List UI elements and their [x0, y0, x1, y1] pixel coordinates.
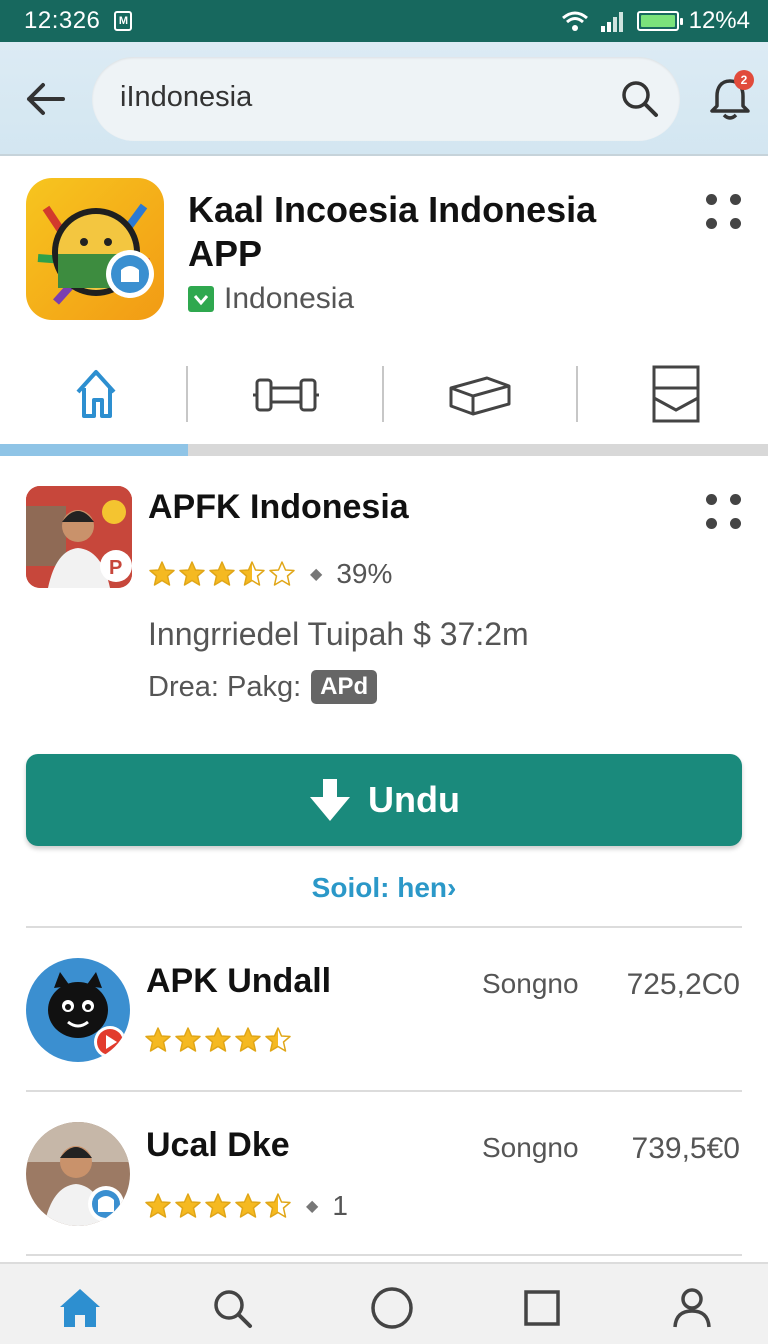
more-options-icon[interactable]: [706, 494, 746, 534]
star-icon: [175, 1193, 201, 1218]
nav-profile[interactable]: [668, 1284, 716, 1332]
rating-stars: [144, 1192, 292, 1220]
app-title: Kaal Incoesia Indonesia APP: [188, 189, 597, 274]
rating-stars: [144, 1026, 292, 1054]
rating-stars: [148, 560, 296, 588]
star-icon: [145, 1193, 171, 1218]
app-icon: [26, 178, 164, 320]
notification-icon: M: [114, 11, 133, 31]
wifi-icon: [561, 11, 588, 31]
arrow-left-icon: [27, 83, 65, 115]
search-icon: [214, 1290, 252, 1328]
list-item-thumbnail: [26, 958, 130, 1062]
featured-meta: Inngrriedel Tuipah $ 37:2m: [148, 616, 529, 652]
download-icon: [310, 779, 351, 821]
star-icon: [179, 561, 205, 586]
battery-text: 12%4: [688, 7, 750, 34]
status-time: 12:326: [24, 7, 101, 34]
list-item-rating: [144, 1026, 292, 1054]
dumbbell-icon: [253, 378, 319, 412]
app-publisher[interactable]: Indonesia: [188, 282, 354, 316]
package-label: Drea: Pakg:: [148, 670, 302, 703]
signal-icon: [600, 12, 623, 32]
list-item-thumbnail: [26, 1122, 130, 1226]
status-indicators: 12%4: [561, 7, 750, 35]
star-icon: [265, 1027, 291, 1052]
featured-app-thumbnail[interactable]: P: [26, 486, 132, 588]
star-icon: [205, 1027, 231, 1052]
star-icon: [145, 1027, 171, 1052]
featured-package: Drea: Pakg: APd: [148, 670, 378, 704]
home-icon: [76, 370, 116, 418]
profile-icon: [673, 1288, 711, 1328]
download-label: Undu: [368, 779, 460, 820]
list-item-title: Ucal Dke: [146, 1126, 290, 1164]
see-more-link[interactable]: Soiol: hen›: [0, 872, 768, 904]
rating-extra: 1: [332, 1190, 348, 1221]
list-item-title: APK Undall: [146, 962, 332, 1000]
rating-text: 39%: [336, 558, 393, 589]
status-bar: 12:326 M 12%4: [0, 0, 768, 42]
nav-home[interactable]: [56, 1284, 104, 1332]
chevron-right-icon: ›: [447, 872, 457, 903]
star-icon: [239, 561, 265, 586]
nav-home-button[interactable]: [368, 1284, 416, 1332]
nav-search[interactable]: [208, 1284, 256, 1332]
list-item-rating: ◆ 1: [144, 1190, 348, 1222]
verified-icon: [188, 286, 214, 312]
star-icon: [175, 1027, 201, 1052]
star-icon: [235, 1193, 261, 1218]
mailbox-icon: [652, 365, 700, 423]
notifications-button[interactable]: 2: [708, 70, 756, 124]
tab-dumbbell[interactable]: [190, 346, 382, 442]
star-icon: [205, 1193, 231, 1218]
back-button[interactable]: [22, 76, 68, 122]
list-item-count: 725,2C0: [626, 968, 740, 1001]
notification-badge: 2: [734, 70, 754, 90]
star-icon: [149, 561, 175, 586]
square-icon: [524, 1290, 560, 1326]
circle-icon: [371, 1287, 413, 1329]
download-button[interactable]: Undu: [26, 754, 742, 846]
list-item[interactable]: APK Undall Songno 725,2C0: [0, 928, 768, 1090]
tab-home[interactable]: [0, 346, 192, 442]
bottom-navigation: [0, 1262, 768, 1344]
list-item[interactable]: Ucal Dke Songno 739,5€0 ◆ 1: [0, 1092, 768, 1254]
featured-rating: ◆ 39%: [148, 558, 392, 590]
search-header: iIndonesia 2: [0, 42, 768, 156]
box-icon: [449, 376, 511, 416]
publisher-name: Indonesia: [224, 282, 355, 315]
divider: [26, 1254, 742, 1256]
list-item-developer: Songno: [482, 968, 579, 999]
star-icon: [235, 1027, 261, 1052]
nav-recents[interactable]: [518, 1284, 566, 1332]
tab-mailbox[interactable]: [580, 346, 768, 442]
icon-tabs: [0, 346, 768, 456]
app-logo-art: [37, 203, 154, 305]
svg-text:P: P: [109, 557, 122, 579]
list-item-count: 739,5€0: [631, 1132, 740, 1165]
battery-icon: [636, 11, 683, 31]
search-icon[interactable]: [618, 77, 662, 121]
home-icon: [60, 1289, 100, 1327]
star-icon: [209, 561, 235, 586]
star-icon: [265, 1193, 291, 1218]
search-value: iIndonesia: [120, 81, 253, 113]
tab-indicator: [0, 444, 768, 456]
package-badge: APd: [311, 670, 378, 704]
more-options-icon[interactable]: [706, 194, 746, 234]
tab-box[interactable]: [384, 346, 576, 442]
search-input[interactable]: iIndonesia: [92, 57, 680, 141]
list-item-developer: Songno: [482, 1132, 579, 1163]
featured-app-title[interactable]: APFK Indonesia: [148, 488, 409, 527]
star-icon: [269, 561, 295, 586]
app-header: Kaal Incoesia Indonesia APP Indonesia: [0, 156, 768, 346]
